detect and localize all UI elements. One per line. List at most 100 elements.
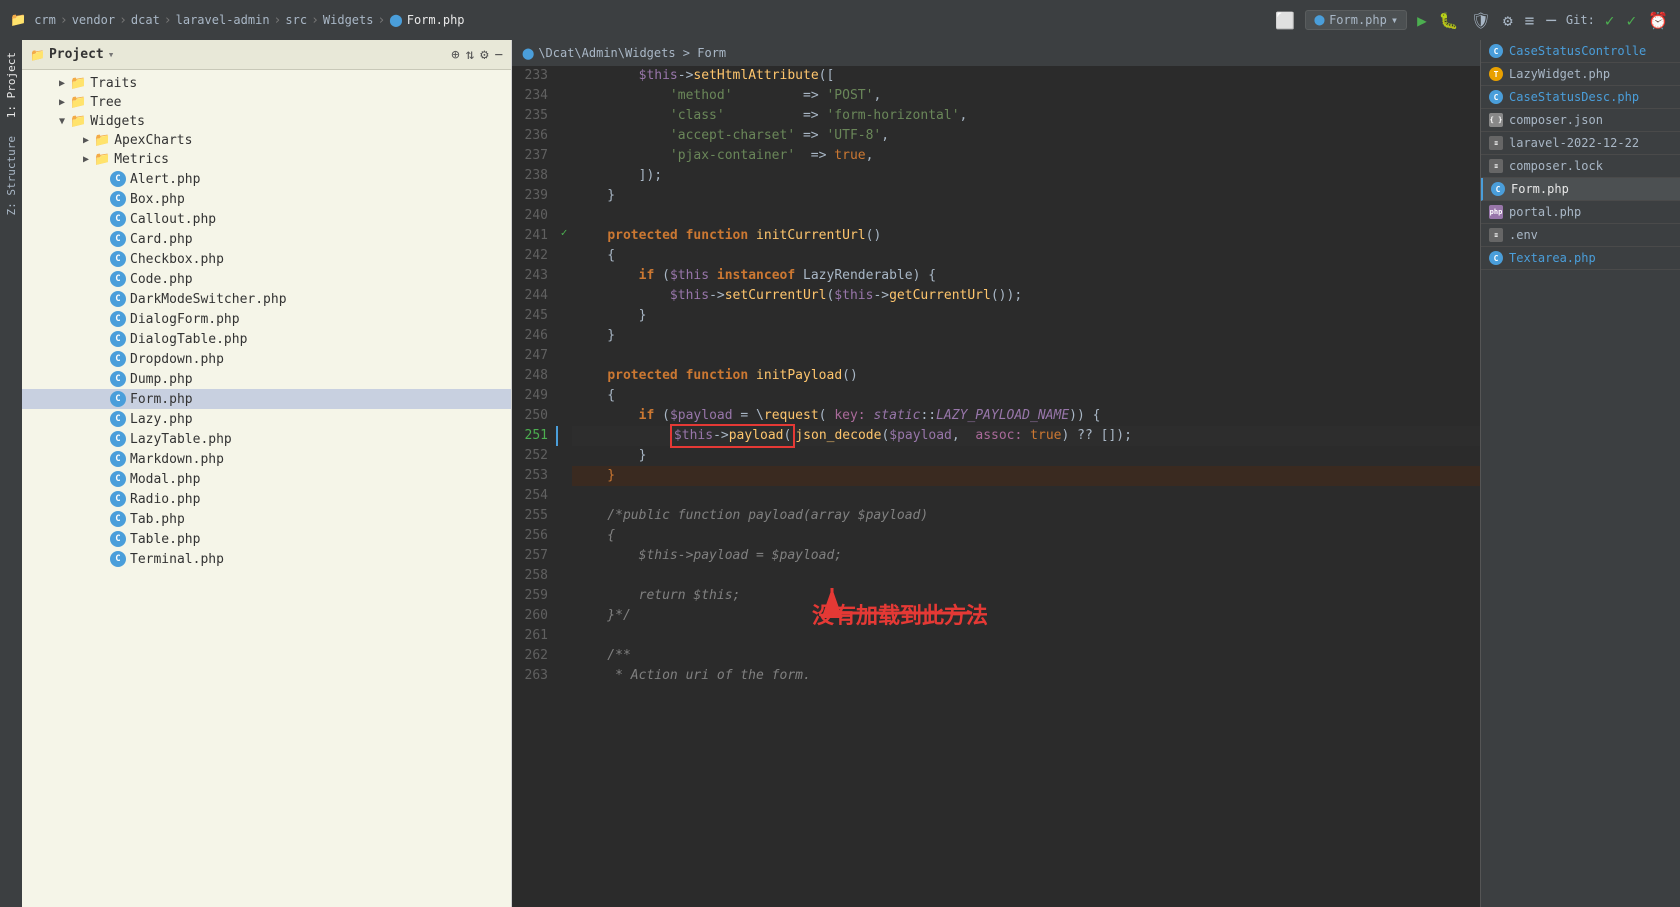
right-file-form[interactable]: C Form.php: [1481, 178, 1680, 201]
project-header: 📁 Project ▾ ⊕ ⇅ ⚙ −: [22, 40, 511, 70]
tree-item-dropdown[interactable]: C Dropdown.php: [22, 349, 511, 369]
minimize-icon[interactable]: ─: [1544, 9, 1558, 32]
breadcrumb-src[interactable]: src: [285, 13, 307, 27]
git-check2[interactable]: ✓: [1624, 9, 1638, 32]
tree-item-terminal[interactable]: C Terminal.php: [22, 549, 511, 569]
code-line-254: [572, 486, 1480, 506]
tree-arrow-tree: ▶: [54, 97, 70, 108]
tree-item-box[interactable]: C Box.php: [22, 189, 511, 209]
code-line-263: * Action uri of the form.: [572, 666, 1480, 686]
right-file-label-7: Form.php: [1511, 182, 1569, 196]
tree-item-metrics[interactable]: ▶ 📁 Metrics: [22, 150, 511, 169]
code-line-255: /*public function payload(array $payload…: [572, 506, 1480, 526]
code-line-258: [572, 566, 1480, 586]
header-icons: ⊕ ⇅ ⚙ −: [451, 47, 503, 63]
tree-item-form[interactable]: C Form.php: [22, 389, 511, 409]
side-tab-structure[interactable]: Z: Structure: [2, 128, 21, 223]
code-line-238: ]);: [572, 166, 1480, 186]
tree-item-dialogform[interactable]: C DialogForm.php: [22, 309, 511, 329]
right-file-casestatusdesc[interactable]: C CaseStatusDesc.php: [1481, 86, 1680, 109]
tree-item-callout[interactable]: C Callout.php: [22, 209, 511, 229]
close-panel-icon[interactable]: −: [495, 47, 503, 63]
right-icon-c2: C: [1489, 90, 1503, 104]
tree-item-widgets[interactable]: ▼ 📁 Widgets: [22, 112, 511, 131]
breadcrumb-crm[interactable]: 📁 crm: [10, 13, 56, 28]
right-file-casestatuscontroller[interactable]: C CaseStatusControlle: [1481, 40, 1680, 63]
tree-arrow-apexcharts: ▶: [78, 135, 94, 146]
top-bar-right: ⬜ ⬤ Form.php ▾ ▶ 🐛 🛡 ⚙ ≡ ─ Git: ✓ ✓ ⏰: [1273, 9, 1670, 32]
tree-item-code[interactable]: C Code.php: [22, 269, 511, 289]
tree-item-tree[interactable]: ▶ 📁 Tree: [22, 93, 511, 112]
collapse-icon[interactable]: ⇅: [466, 47, 474, 63]
tree-item-dump[interactable]: C Dump.php: [22, 369, 511, 389]
tree-item-alert[interactable]: C Alert.php: [22, 169, 511, 189]
file-icon-box: C: [110, 191, 126, 207]
code-line-260: }*/: [572, 606, 1480, 626]
tree-item-lazy[interactable]: C Lazy.php: [22, 409, 511, 429]
right-file-laravel-log[interactable]: ≡ laravel-2022-12-22: [1481, 132, 1680, 155]
right-file-label-1: CaseStatusControlle: [1509, 44, 1646, 58]
tree-arrow-widgets: ▼: [54, 116, 70, 127]
file-icon-table: C: [110, 531, 126, 547]
project-panel: 📁 Project ▾ ⊕ ⇅ ⚙ − ▶ 📁 Traits ▶: [22, 40, 512, 907]
tree-item-dialogtable[interactable]: C DialogTable.php: [22, 329, 511, 349]
right-file-label-8: portal.php: [1509, 205, 1581, 219]
code-line-242: {: [572, 246, 1480, 266]
right-file-label-10: Textarea.php: [1509, 251, 1596, 265]
coverage-icon[interactable]: 🛡: [1469, 9, 1493, 32]
display-icon[interactable]: ⬜: [1273, 9, 1297, 32]
side-tabs: 1: Project Z: Structure: [0, 40, 22, 907]
tree-item-markdown[interactable]: C Markdown.php: [22, 449, 511, 469]
git-check3[interactable]: ⏰: [1646, 9, 1670, 32]
settings-icon[interactable]: ⚙: [480, 47, 488, 63]
run-icon[interactable]: ▶: [1415, 9, 1429, 32]
tree-item-darkmodeswitcher[interactable]: C DarkModeSwitcher.php: [22, 289, 511, 309]
tree-item-traits[interactable]: ▶ 📁 Traits: [22, 74, 511, 93]
top-bar: 📁 crm › vendor › dcat › laravel-admin › …: [0, 0, 1680, 40]
editor-content[interactable]: 233 234 235 236 237 238 239 240 241 242 …: [512, 66, 1480, 907]
code-line-253: }: [572, 466, 1480, 486]
right-icon-c4: C: [1489, 251, 1503, 265]
tree-item-table[interactable]: C Table.php: [22, 529, 511, 549]
file-selector[interactable]: ⬤ Form.php ▾: [1305, 10, 1407, 30]
side-tab-project[interactable]: 1: Project: [2, 44, 21, 126]
breadcrumb-dcat[interactable]: dcat: [131, 13, 160, 27]
right-icon-json2: ≡: [1489, 159, 1503, 173]
tree-item-modal[interactable]: C Modal.php: [22, 469, 511, 489]
more-icon[interactable]: ≡: [1523, 9, 1537, 32]
right-file-lazywidget[interactable]: T LazyWidget.php: [1481, 63, 1680, 86]
file-icon-dropdown: C: [110, 351, 126, 367]
tree-item-radio[interactable]: C Radio.php: [22, 489, 511, 509]
code-line-234: 'method' => 'POST',: [572, 86, 1480, 106]
file-icon-lazy: C: [110, 411, 126, 427]
right-file-env[interactable]: ≡ .env: [1481, 224, 1680, 247]
breadcrumb-vendor[interactable]: vendor: [72, 13, 115, 27]
right-file-textarea[interactable]: C Textarea.php: [1481, 247, 1680, 270]
locate-icon[interactable]: ⊕: [451, 47, 459, 63]
debug-icon[interactable]: 🐛: [1437, 9, 1461, 32]
code-line-233: $this->setHtmlAttribute([: [572, 66, 1480, 86]
tree-item-apexcharts[interactable]: ▶ 📁 ApexCharts: [22, 131, 511, 150]
right-file-composerjson[interactable]: { } composer.json: [1481, 109, 1680, 132]
right-icon-php1: php: [1489, 205, 1503, 219]
folder-icon-tree: 📁: [70, 95, 86, 110]
code-line-240: [572, 206, 1480, 226]
file-icon-radio: C: [110, 491, 126, 507]
tree-item-card[interactable]: C Card.php: [22, 229, 511, 249]
breadcrumb-widgets[interactable]: Widgets: [323, 13, 374, 27]
breadcrumb-laravel-admin[interactable]: laravel-admin: [176, 13, 270, 27]
file-icon-markdown: C: [110, 451, 126, 467]
tree-item-tab[interactable]: C Tab.php: [22, 509, 511, 529]
tree-item-lazytable[interactable]: C LazyTable.php: [22, 429, 511, 449]
breadcrumb-formphp[interactable]: ⬤ Form.php: [389, 13, 464, 27]
git-check1[interactable]: ✓: [1603, 9, 1617, 32]
code-line-241: protected function initCurrentUrl(): [572, 226, 1480, 246]
file-icon-checkbox: C: [110, 251, 126, 267]
tree-item-checkbox[interactable]: C Checkbox.php: [22, 249, 511, 269]
right-file-portal[interactable]: php portal.php: [1481, 201, 1680, 224]
git-label: Git:: [1566, 13, 1595, 27]
code-line-257: $this->payload = $payload;: [572, 546, 1480, 566]
code-line-261: [572, 626, 1480, 646]
right-file-composerlock[interactable]: ≡ composer.lock: [1481, 155, 1680, 178]
profile-icon[interactable]: ⚙: [1501, 9, 1515, 32]
